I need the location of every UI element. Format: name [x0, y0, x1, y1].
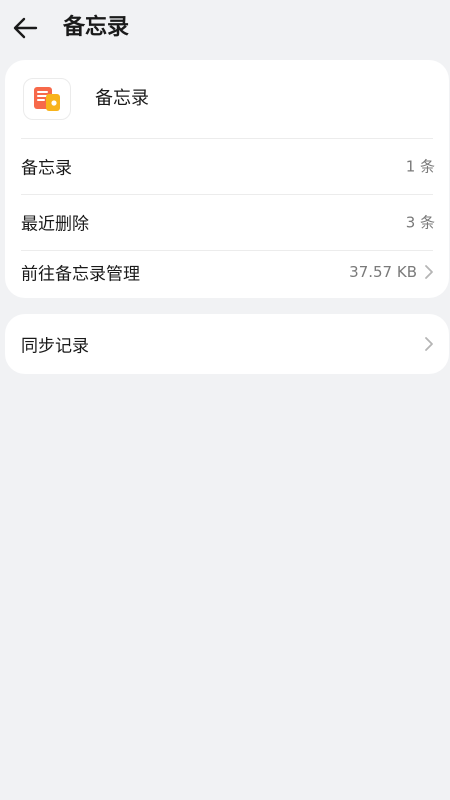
- app-info-row: 备忘录: [5, 60, 449, 138]
- sync-records-card: 同步记录: [5, 314, 449, 374]
- sync-records-label: 同步记录: [21, 336, 89, 357]
- storage-card: 备忘录 备忘录 1 条 最近删除 3 条 前往备忘录管理 37.57 KB: [5, 60, 449, 298]
- back-arrow-icon: [13, 17, 38, 39]
- chevron-right-icon: [425, 265, 433, 279]
- notes-count-label: 备忘录: [21, 158, 72, 179]
- notes-count-value: 1 条: [405, 157, 435, 176]
- recently-deleted-label: 最近删除: [21, 214, 89, 235]
- storage-size-value: 37.57 KB: [349, 263, 417, 281]
- manage-notes-row[interactable]: 前往备忘录管理 37.57 KB: [5, 244, 449, 300]
- recently-deleted-value: 3 条: [405, 213, 435, 232]
- back-button[interactable]: [10, 12, 42, 44]
- page-title: 备忘录: [63, 15, 130, 40]
- sync-records-row[interactable]: 同步记录: [5, 316, 449, 372]
- app-name: 备忘录: [95, 88, 149, 109]
- top-app-bar: 备忘录: [0, 0, 450, 56]
- manage-notes-label: 前往备忘录管理: [21, 264, 140, 285]
- notes-count-row: 备忘录 1 条: [5, 138, 449, 194]
- chevron-right-icon: [425, 337, 433, 351]
- notes-app-icon: [23, 78, 71, 120]
- recently-deleted-row: 最近删除 3 条: [5, 194, 449, 250]
